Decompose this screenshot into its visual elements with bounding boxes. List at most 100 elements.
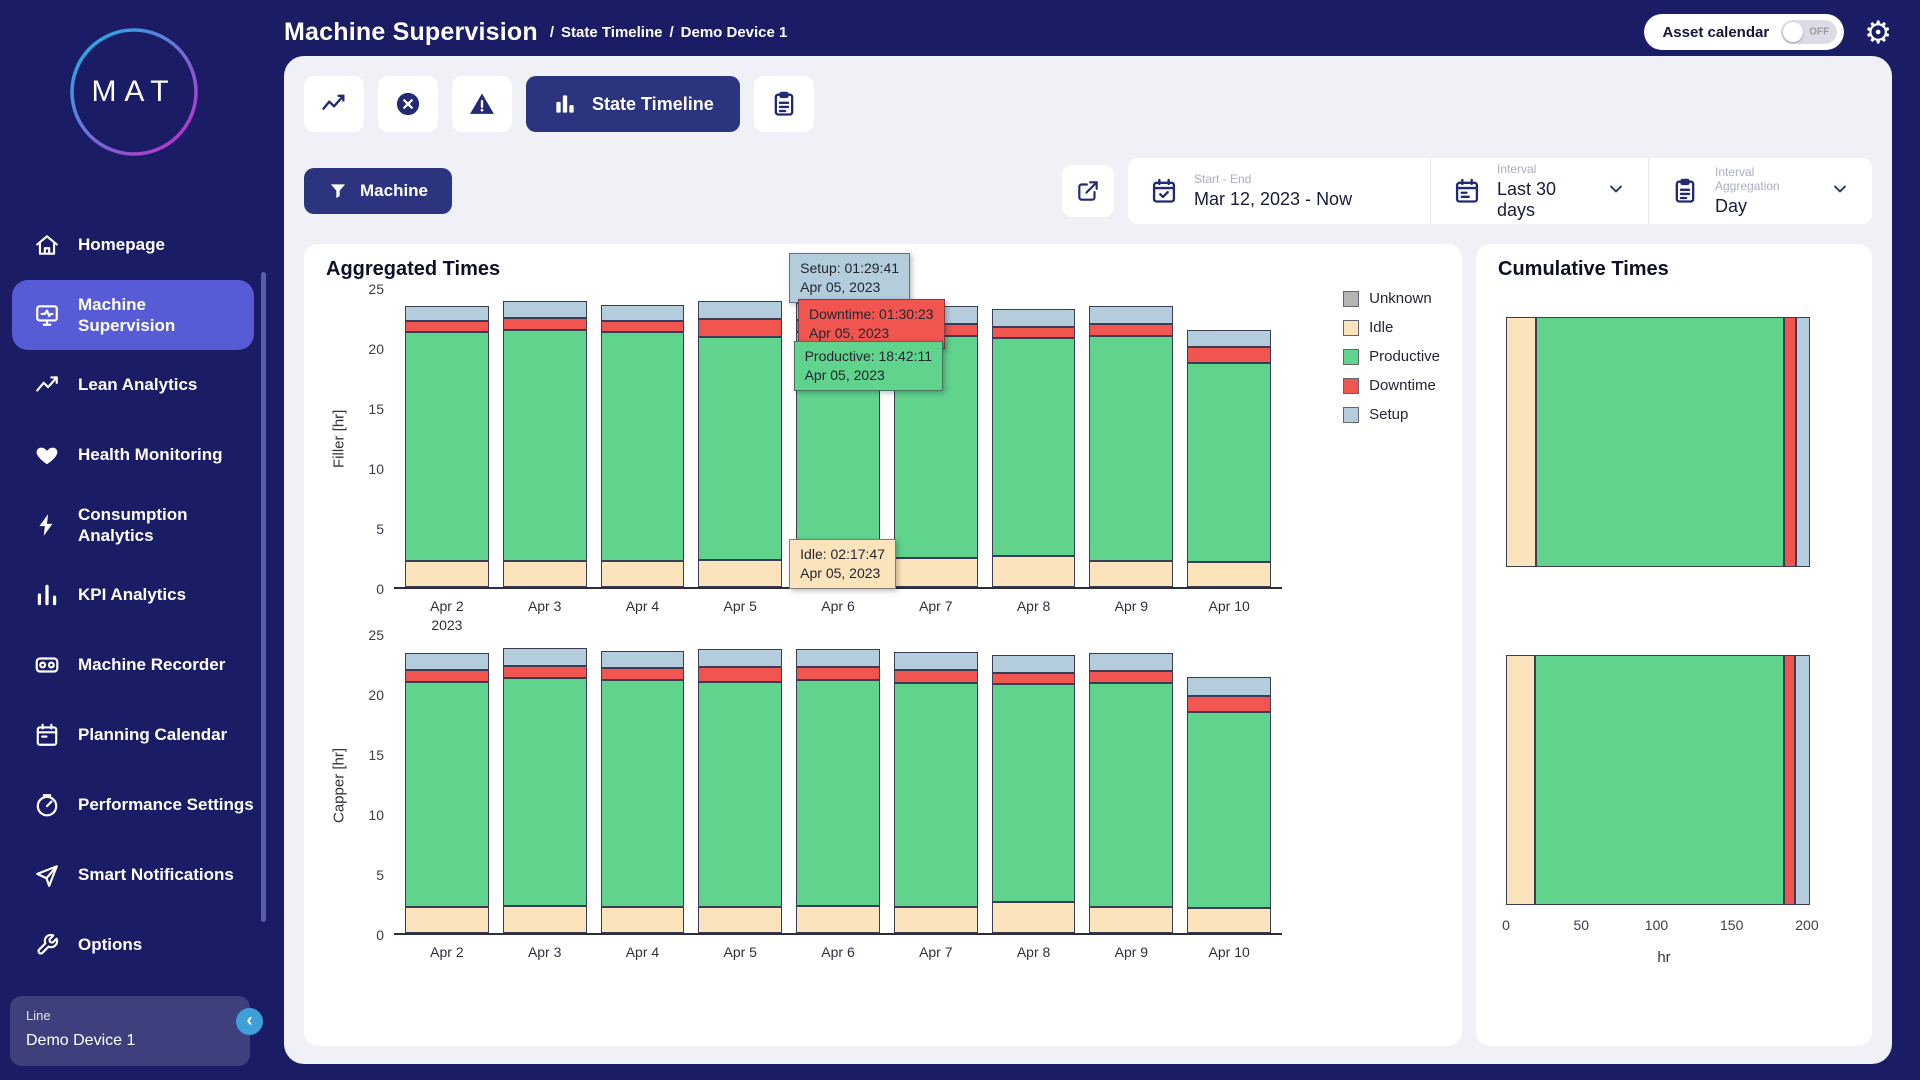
setup-segment[interactable] [992,309,1076,327]
productive-segment[interactable] [1536,317,1784,567]
setup-segment[interactable] [796,649,880,667]
idle-segment[interactable] [1506,317,1536,567]
idle-segment[interactable] [1187,562,1271,587]
setup-segment[interactable] [992,655,1076,673]
interval-dropdown[interactable]: Interval Last 30 days [1430,158,1648,224]
setup-segment[interactable] [1795,655,1810,905]
downtime-segment[interactable] [405,670,489,682]
asset-calendar-pill[interactable]: Asset calendar OFF [1644,14,1844,50]
idle-segment[interactable] [698,907,782,933]
downtime-segment[interactable] [796,667,880,680]
idle-segment[interactable] [405,907,489,933]
sidebar-item-performance-settings[interactable]: Performance Settings [0,770,268,840]
setup-segment[interactable] [601,305,685,322]
productive-segment[interactable] [698,682,782,907]
downtime-segment[interactable] [601,668,685,680]
idle-segment[interactable] [1187,908,1271,933]
idle-segment[interactable] [503,561,587,587]
sidebar-item-health-monitoring[interactable]: Health Monitoring [0,420,268,490]
sidebar-item-options[interactable]: Options [0,910,268,980]
idle-segment[interactable] [601,561,685,587]
stacked-bar-apr-10[interactable] [1187,289,1271,587]
stacked-bar-apr-8[interactable] [992,635,1076,933]
collapse-sidebar-button[interactable]: ‹ [236,1008,263,1035]
stacked-bar-apr-4[interactable] [601,635,685,933]
productive-segment[interactable] [894,683,978,907]
stacked-bar-apr-6[interactable] [796,635,880,933]
setup-segment[interactable] [1089,653,1173,671]
downtime-segment[interactable] [894,670,978,683]
downtime-segment[interactable] [405,321,489,332]
downtime-segment[interactable] [1089,324,1173,336]
productive-segment[interactable] [405,682,489,907]
stacked-bar-apr-8[interactable] [992,289,1076,587]
idle-segment[interactable] [405,561,489,587]
productive-segment[interactable] [1089,683,1173,907]
downtime-segment[interactable] [992,673,1076,684]
machine-filter-button[interactable]: Machine [304,168,452,214]
idle-segment[interactable] [796,906,880,933]
breadcrumb-state-timeline[interactable]: State Timeline [561,24,662,41]
stacked-bar-apr-10[interactable] [1187,635,1271,933]
setup-segment[interactable] [1796,317,1810,567]
setup-segment[interactable] [1187,330,1271,348]
idle-segment[interactable] [894,558,978,587]
sidebar-scrollbar[interactable] [261,272,266,922]
setup-segment[interactable] [405,653,489,670]
aggregation-dropdown[interactable]: Interval Aggregation Day [1648,158,1872,224]
idle-segment[interactable] [894,907,978,933]
idle-segment[interactable] [992,556,1076,587]
tab-trends[interactable] [304,76,364,132]
downtime-segment[interactable] [503,666,587,678]
sidebar-item-smart-notifications[interactable]: Smart Notifications [0,840,268,910]
productive-segment[interactable] [601,680,685,906]
productive-segment[interactable] [1187,363,1271,562]
legend-item-productive[interactable]: Productive [1343,348,1440,365]
stacked-bar-apr-5[interactable] [698,635,782,933]
idle-segment[interactable] [1506,655,1535,905]
legend-item-unknown[interactable]: Unknown [1343,290,1440,307]
tab-report[interactable] [754,76,814,132]
device-card[interactable]: Line Demo Device 1 ‹ [10,996,250,1066]
productive-segment[interactable] [405,332,489,561]
productive-segment[interactable] [992,684,1076,902]
stacked-bar-apr-3[interactable] [503,635,587,933]
legend-item-idle[interactable]: Idle [1343,319,1440,336]
productive-segment[interactable] [601,332,685,561]
cumulative-bar-filler[interactable] [1506,317,1822,567]
productive-segment[interactable] [503,330,587,561]
downtime-segment[interactable] [1784,655,1795,905]
downtime-segment[interactable] [1187,696,1271,713]
stacked-bar-apr-3[interactable] [503,289,587,587]
stacked-bar-apr-9[interactable] [1089,289,1173,587]
downtime-segment[interactable] [1784,317,1796,567]
idle-segment[interactable] [1089,561,1173,587]
setup-segment[interactable] [1089,306,1173,324]
downtime-segment[interactable] [992,327,1076,338]
productive-segment[interactable] [1535,655,1785,905]
legend-item-downtime[interactable]: Downtime [1343,377,1440,394]
stacked-bar-apr-2[interactable] [405,635,489,933]
setup-segment[interactable] [698,649,782,667]
idle-segment[interactable] [698,560,782,587]
breadcrumb-demo-device[interactable]: Demo Device 1 [681,24,788,41]
downtime-segment[interactable] [503,318,587,330]
gear-icon[interactable]: ⚙ [1864,17,1892,48]
stacked-bar-apr-7[interactable] [894,635,978,933]
tab-errors[interactable] [378,76,438,132]
productive-segment[interactable] [1187,712,1271,907]
downtime-segment[interactable] [1187,347,1271,362]
downtime-segment[interactable] [1089,671,1173,683]
setup-segment[interactable] [894,652,978,670]
sidebar-item-planning-calendar[interactable]: Planning Calendar [0,700,268,770]
sidebar-item-homepage[interactable]: Homepage [0,210,268,280]
setup-segment[interactable] [1187,677,1271,696]
setup-segment[interactable] [601,651,685,669]
tab-warnings[interactable] [452,76,512,132]
downtime-segment[interactable] [601,321,685,332]
setup-segment[interactable] [698,301,782,319]
stacked-bar-apr-4[interactable] [601,289,685,587]
setup-segment[interactable] [503,301,587,318]
productive-segment[interactable] [796,680,880,905]
stacked-bar-apr-2[interactable] [405,289,489,587]
